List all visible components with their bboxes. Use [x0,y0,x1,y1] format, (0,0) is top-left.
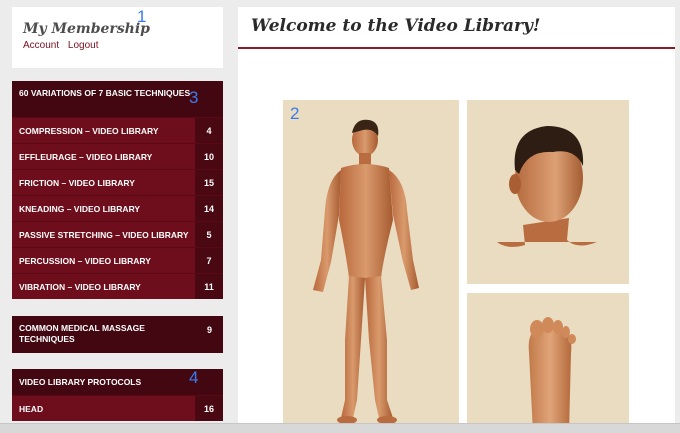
menu-item-label: Head [19,403,44,414]
annotation-marker-1: 1 [137,7,147,26]
sidebar: My Membership Account Logout 1 60 Variat… [12,7,223,421]
menu-item-label: Percussion – Video Library [19,255,151,266]
annotation-marker-4: 4 [189,368,199,387]
menu-item-count: 11 [195,274,223,299]
menu-item-label: Effleurage – Video Library [19,151,153,162]
menu-item-label: Passive Stretching – Video Library [19,229,189,240]
menu-item-passive-stretching[interactable]: Passive Stretching – Video Library 5 [12,221,223,247]
annotation-marker-2: 2 [290,104,300,123]
menu-item-count: 5 [195,222,223,247]
title-divider [238,47,675,49]
menu-group-protocols: Video Library Protocols 4 Head 16 [12,368,223,421]
menu-item-effleurage[interactable]: Effleurage – Video Library 10 [12,143,223,169]
menu-item-label: Kneading – Video Library [19,203,141,214]
menu-group-basic-techniques: 60 Variations of 7 Basic Techniques 3 Co… [12,81,223,299]
menu-group-header-label: Common Medical Massage Techniques [19,323,145,344]
foot-model-image[interactable] [467,293,629,433]
menu-item-label: Compression – Video Library [19,125,159,136]
menu-item-kneading[interactable]: Kneading – Video Library 14 [12,195,223,221]
head-illustration [497,126,597,247]
foot-sole-illustration [528,317,576,433]
menu-item-count: 4 [195,118,223,143]
menu-item-compression[interactable]: Compression – Video Library 4 [12,117,223,143]
menu-item-count: 14 [195,196,223,221]
membership-title: My Membership [23,21,150,37]
horizontal-scrollbar[interactable] [0,423,680,433]
body-figure-illustration [313,119,419,424]
menu-item-vibration[interactable]: Vibration – Video Library 11 [12,273,223,299]
menu-item-percussion[interactable]: Percussion – Video Library 7 [12,247,223,273]
logout-link[interactable]: Logout [68,40,99,51]
page-title: Welcome to the Video Library! [251,16,541,36]
full-body-model-image[interactable]: 2 [283,100,459,433]
menu-item-count: 15 [195,170,223,195]
menu-group-count: 9 [206,325,212,335]
menu-item-head[interactable]: Head 16 [12,395,223,421]
membership-links: Account Logout [23,40,223,51]
account-link[interactable]: Account [23,40,59,51]
head-model-image[interactable] [467,100,629,284]
menu-item-label: Vibration – Video Library [19,281,141,292]
menu-item-count: 10 [195,144,223,169]
menu-group-medical-techniques: Common Medical Massage Techniques 9 [12,316,223,353]
menu-item-friction[interactable]: Friction – Video Library 15 [12,169,223,195]
annotation-marker-3: 3 [189,88,199,107]
menu-item-label: Friction – Video Library [19,177,135,188]
main-content: Welcome to the Video Library! 2 [238,7,675,433]
menu-item-count: 16 [195,396,223,421]
membership-box: My Membership Account Logout 1 [12,7,223,68]
menu-group-header[interactable]: Common Medical Massage Techniques 9 [12,316,223,353]
menu-item-count: 7 [195,248,223,273]
